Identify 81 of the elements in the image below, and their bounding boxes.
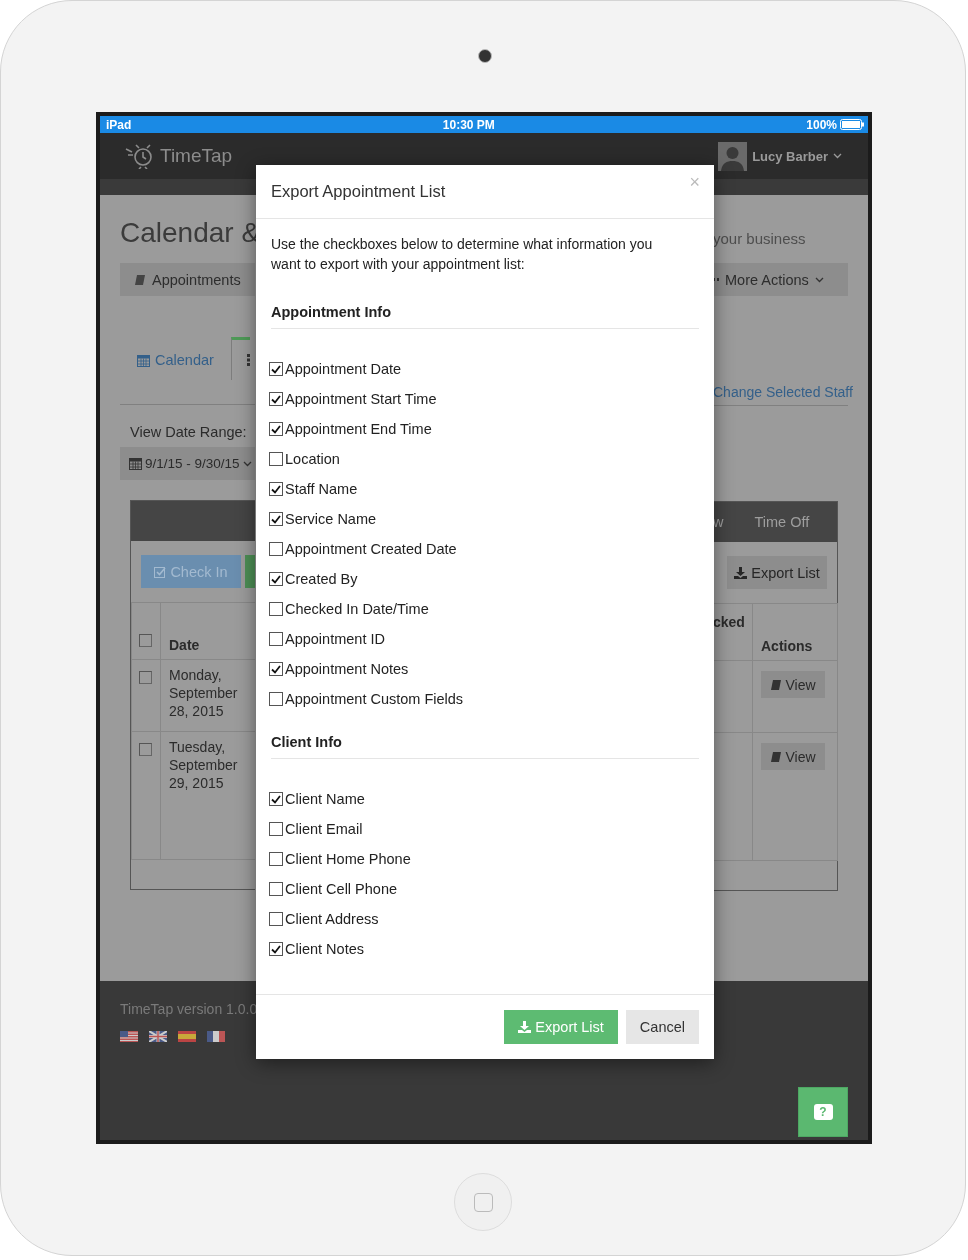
checkbox[interactable] <box>269 482 283 496</box>
date-range-dropdown[interactable]: 9/1/15 - 9/30/15 <box>120 447 255 480</box>
chevron-icon <box>242 460 252 467</box>
section-heading: Appointment Info <box>271 304 699 329</box>
download-icon <box>734 566 748 579</box>
checkbox[interactable] <box>269 942 283 956</box>
view-button[interactable]: View <box>761 743 825 770</box>
instructions-text: Use the checkboxes below to determine what information you want to export with your appointment list: <box>271 235 654 274</box>
brand-name: TimeTap <box>160 145 233 167</box>
checkbox[interactable] <box>139 671 152 684</box>
appointments-menu[interactable]: Appointments <box>120 263 255 296</box>
table-cell-text: Tuesday, September 29, 2015 <box>168 738 239 793</box>
checkbox[interactable] <box>269 422 283 436</box>
checkbox[interactable] <box>139 743 152 756</box>
checkbox-option[interactable]: Appointment End Time <box>269 414 699 444</box>
checkbox[interactable] <box>269 602 283 616</box>
book-icon <box>770 678 783 691</box>
checkbox-option[interactable]: Created By <box>269 564 699 594</box>
checkbox-option[interactable]: Client Name <box>269 784 699 814</box>
checkbox-option[interactable]: Service Name <box>269 504 699 534</box>
checkbox[interactable] <box>269 392 283 406</box>
camera-icon <box>478 49 492 63</box>
checkbox[interactable] <box>269 362 283 376</box>
more-actions-menu[interactable]: More Actions <box>713 263 848 296</box>
field-label: View Date Range: <box>130 424 247 441</box>
checkbox[interactable] <box>269 572 283 586</box>
cancel-button[interactable]: Cancel <box>625 1010 699 1044</box>
checkbox[interactable] <box>269 542 283 556</box>
checkbox[interactable] <box>269 662 283 676</box>
list-icon <box>246 354 250 366</box>
download-icon <box>518 1021 532 1033</box>
column-header: Actions <box>753 604 838 661</box>
calendar-icon <box>129 457 142 470</box>
checkbox-option[interactable]: Client Address <box>269 904 699 934</box>
book-icon <box>134 273 146 286</box>
clock-time: 10:30 PM <box>442 117 495 132</box>
chevron-icon <box>833 153 842 159</box>
book-icon <box>770 750 783 763</box>
checkbox-option[interactable]: Checked In Date/Time <box>269 594 699 624</box>
checkbox[interactable] <box>269 692 283 706</box>
checkbox-icon <box>154 565 167 578</box>
dialog-title: Export Appointment List <box>271 182 446 201</box>
flag-icon[interactable] <box>149 1031 167 1042</box>
checkbox-option[interactable]: Appointment Date <box>269 354 699 384</box>
battery-icon <box>840 119 864 130</box>
checkbox[interactable] <box>269 632 283 646</box>
checkbox-option[interactable]: Client Notes <box>269 934 699 964</box>
section-heading: Client Info <box>271 734 699 759</box>
checkbox[interactable] <box>269 452 283 466</box>
flag-icon[interactable] <box>207 1031 225 1042</box>
checkbox-option[interactable]: Client Email <box>269 814 699 844</box>
view-tab[interactable]: Time Off <box>754 514 810 530</box>
battery-level: 100% <box>806 117 837 132</box>
checkbox[interactable] <box>269 512 283 526</box>
export-list-button[interactable]: Export List <box>727 556 827 589</box>
checkbox-option[interactable]: Staff Name <box>269 474 699 504</box>
calendar-icon <box>137 353 150 367</box>
view-button[interactable]: View <box>761 671 825 698</box>
page-subtitle: your business <box>713 231 806 247</box>
device-name: iPad <box>106 117 132 132</box>
tab[interactable] <box>230 337 250 380</box>
checkbox-option[interactable]: Appointment ID <box>269 624 699 654</box>
checkbox[interactable] <box>269 882 283 896</box>
checkbox-option[interactable]: Client Cell Phone <box>269 874 699 904</box>
user-menu[interactable]: Lucy Barber <box>718 141 842 171</box>
column-header: Date <box>161 603 255 660</box>
checkbox-option[interactable]: Appointment Created Date <box>269 534 699 564</box>
checkbox[interactable] <box>269 822 283 836</box>
flag-icon[interactable] <box>120 1031 138 1042</box>
checkbox[interactable] <box>269 912 283 926</box>
checkbox-option[interactable]: Appointment Custom Fields <box>269 684 699 714</box>
checkbox[interactable] <box>269 852 283 866</box>
table-cell: Monday, September 28, 2015 <box>161 660 255 732</box>
checkbox-option[interactable]: Appointment Notes <box>269 654 699 684</box>
checkbox-option[interactable]: Location <box>269 444 699 474</box>
checkbox-option[interactable]: Appointment Start Time <box>269 384 699 414</box>
checkbox[interactable] <box>269 792 283 806</box>
checkbox[interactable] <box>139 634 152 647</box>
chevron-icon <box>814 276 824 283</box>
avatar-icon <box>718 141 748 171</box>
checkbox-option[interactable]: Client Home Phone <box>269 844 699 874</box>
